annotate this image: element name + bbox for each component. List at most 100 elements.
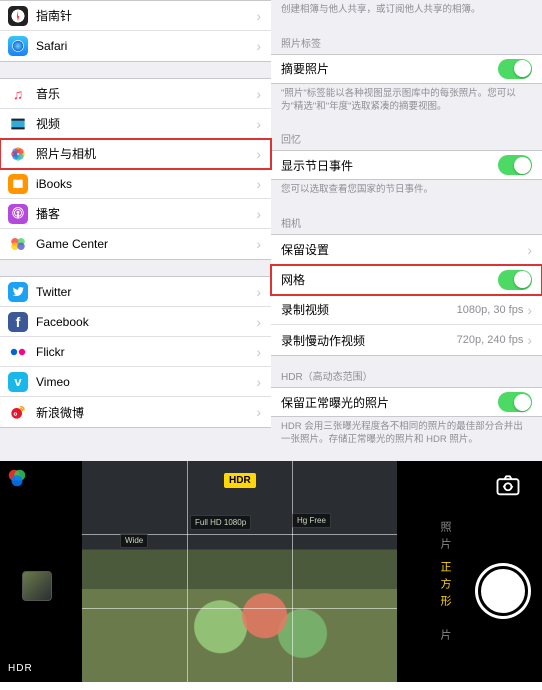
chevron-right-icon: › (527, 243, 532, 257)
camera-mode-option[interactable]: 照片 (437, 521, 453, 555)
sidebar-item-label: 照片与相机 (36, 145, 256, 162)
sidebar-item-twitter[interactable]: Twitter› (0, 277, 271, 307)
switch-camera-icon[interactable] (494, 471, 522, 499)
chevron-right-icon: › (256, 285, 261, 299)
row-grid[interactable]: 网格 (271, 265, 542, 295)
row-summary-photos[interactable]: 摘要照片 (271, 54, 542, 84)
chevron-right-icon: › (256, 177, 261, 191)
row-keep-settings[interactable]: 保留设置 › (271, 235, 542, 265)
twitter-icon (8, 282, 28, 302)
row-keep-normal-exposure[interactable]: 保留正常曝光的照片 (271, 387, 542, 417)
sidebar-item-label: 指南针 (36, 7, 256, 24)
section-header-hdr: HDR（高动态范围） (271, 356, 542, 387)
flickr-icon (8, 342, 28, 362)
sidebar-item-label: Twitter (36, 285, 256, 299)
toggle-summary-photos[interactable] (498, 59, 532, 79)
ibooks-icon (8, 174, 28, 194)
compass-icon (8, 6, 28, 26)
row-label: 录制慢动作视频 (281, 332, 457, 349)
section-header-memories: 回忆 (271, 119, 542, 150)
scene-text: Full HD 1080p (190, 515, 251, 530)
podcast-icon (8, 204, 28, 224)
shutter-button[interactable] (478, 566, 528, 616)
sidebar-item-label: 播客 (36, 205, 256, 222)
sidebar-item-label: Flickr (36, 345, 256, 359)
photos-icon (8, 144, 28, 164)
sidebar-group-3: Twitter›fFacebook›Flickr›vVimeo›新浪微博› (0, 276, 271, 428)
camera-viewfinder[interactable]: Full HD 1080p Hg Free Wide (82, 461, 397, 682)
row-record-slomo[interactable]: 录制慢动作视频 720p, 240 fps › (271, 325, 542, 355)
filters-icon[interactable] (6, 467, 28, 489)
sidebar-item-video[interactable]: 视频› (0, 109, 271, 139)
chevron-right-icon: › (527, 333, 532, 347)
row-label: 录制视频 (281, 301, 457, 318)
camera-mode-active[interactable]: 正方形 (437, 561, 453, 612)
camera-left-bar: HDR (0, 461, 82, 682)
sidebar-item-gamecenter[interactable]: Game Center› (0, 229, 271, 259)
section-header-camera: 相机 (271, 203, 542, 234)
sidebar-item-label: 新浪微博 (36, 404, 256, 421)
row-detail: 720p, 240 fps (457, 334, 524, 346)
holidays-note: 您可以选取查看您国家的节日事件。 (271, 180, 542, 203)
sidebar-group-1: 指南针›Safari› (0, 0, 271, 62)
row-record-video[interactable]: 录制视频 1080p, 30 fps › (271, 295, 542, 325)
camera-mode-option[interactable]: 片 (437, 629, 453, 646)
row-label: 保留设置 (281, 241, 527, 258)
chevron-right-icon: › (256, 147, 261, 161)
hdr-badge: HDR (224, 473, 256, 488)
sidebar-item-safari[interactable]: Safari› (0, 31, 271, 61)
sidebar-item-label: Facebook (36, 315, 256, 329)
settings-detail: 创建相簿与他人共享，或订阅他人共享的相簿。 照片标签 摘要照片 "照片"标签能以… (271, 0, 542, 461)
camera-app: Full HD 1080p Hg Free Wide HDR HDR 照片 正方… (0, 461, 542, 682)
chevron-right-icon: › (256, 39, 261, 53)
sidebar-item-label: Vimeo (36, 375, 256, 389)
toggle-grid[interactable] (498, 270, 532, 290)
summary-photos-note: "照片"标签能以各种视图显示图库中的每张照片。您可以为"精选"和"年度"选取紧凑… (271, 84, 542, 120)
sidebar-group-2: ♫音乐›视频›照片与相机›iBooks›播客›Game Center› (0, 78, 271, 260)
sidebar-item-vimeo[interactable]: vVimeo› (0, 367, 271, 397)
weibo-icon (8, 402, 28, 422)
grid-line (82, 608, 397, 609)
sidebar-item-label: Safari (36, 39, 256, 53)
row-label: 显示节日事件 (281, 157, 498, 174)
chevron-right-icon: › (256, 117, 261, 131)
grid-line (187, 461, 188, 682)
last-photo-thumbnail[interactable] (22, 571, 52, 601)
row-label: 摘要照片 (281, 60, 498, 77)
facebook-icon: f (8, 312, 28, 332)
chevron-right-icon: › (256, 207, 261, 221)
sidebar-item-label: 音乐 (36, 85, 256, 102)
gamecenter-icon (8, 234, 28, 254)
chevron-right-icon: › (256, 315, 261, 329)
sidebar-item-flickr[interactable]: Flickr› (0, 337, 271, 367)
chevron-right-icon: › (256, 375, 261, 389)
row-label: 网格 (281, 271, 498, 288)
sidebar-item-podcast[interactable]: 播客› (0, 199, 271, 229)
shared-albums-note: 创建相簿与他人共享，或订阅他人共享的相簿。 (271, 0, 542, 23)
scene-text: Wide (120, 533, 148, 548)
chevron-right-icon: › (256, 405, 261, 419)
sidebar-item-music[interactable]: ♫ 音乐› (0, 79, 271, 109)
settings-split-view: 指南针›Safari› ♫音乐›视频›照片与相机›iBooks›播客›Game … (0, 0, 542, 461)
sidebar-item-label: iBooks (36, 177, 256, 191)
safari-icon (8, 36, 28, 56)
sidebar-item-compass[interactable]: 指南针› (0, 1, 271, 31)
chevron-right-icon: › (527, 303, 532, 317)
chevron-right-icon: › (256, 87, 261, 101)
chevron-right-icon: › (256, 345, 261, 359)
sidebar-item-label: 视频 (36, 115, 256, 132)
toggle-keep-normal[interactable] (498, 392, 532, 412)
chevron-right-icon: › (256, 9, 261, 23)
row-show-holidays[interactable]: 显示节日事件 (271, 150, 542, 180)
sidebar-item-photos[interactable]: 照片与相机› (0, 139, 271, 169)
sidebar-item-ibooks[interactable]: iBooks› (0, 169, 271, 199)
hdr-indicator[interactable]: HDR (8, 663, 33, 674)
scene-text: Hg Free (292, 513, 331, 528)
chevron-right-icon: › (256, 237, 261, 251)
music-icon: ♫ (8, 84, 28, 104)
row-detail: 1080p, 30 fps (457, 304, 524, 316)
toggle-show-holidays[interactable] (498, 155, 532, 175)
video-icon (8, 114, 28, 134)
sidebar-item-weibo[interactable]: 新浪微博› (0, 397, 271, 427)
sidebar-item-facebook[interactable]: f Facebook› (0, 307, 271, 337)
